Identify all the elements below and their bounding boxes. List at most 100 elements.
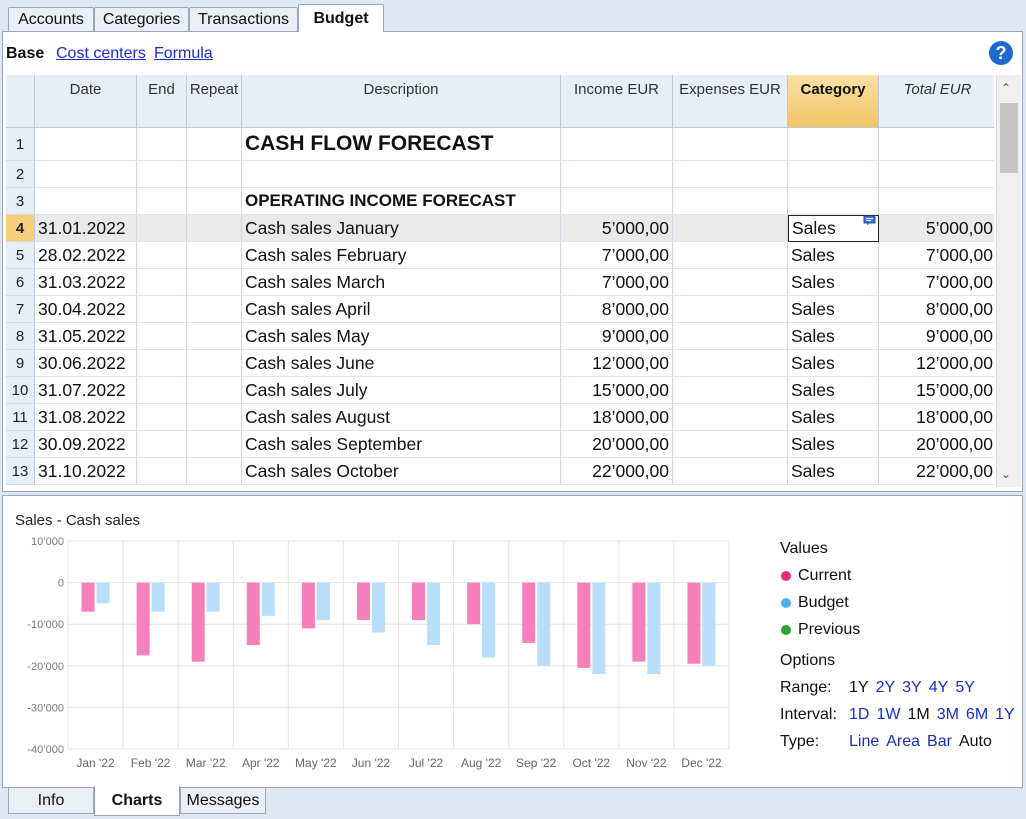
cell-date[interactable]: 31.08.2022: [35, 404, 137, 431]
cell-date[interactable]: 31.03.2022: [35, 269, 137, 296]
interval-option-6m[interactable]: 6M: [966, 706, 988, 723]
cell-end[interactable]: [137, 323, 187, 350]
column-header-income[interactable]: Income EUR: [561, 75, 673, 128]
cell-description[interactable]: OPERATING INCOME FORECAST: [242, 188, 561, 215]
tab-accounts[interactable]: Accounts: [8, 7, 94, 31]
cell-total[interactable]: 20’000,00: [879, 431, 994, 458]
cell-total[interactable]: 22’000,00: [879, 458, 994, 485]
cell-expenses[interactable]: [673, 242, 788, 269]
type-option-auto[interactable]: Auto: [959, 733, 992, 750]
cell-expenses[interactable]: [673, 350, 788, 377]
cell-total[interactable]: 8’000,00: [879, 296, 994, 323]
range-option-1y[interactable]: 1Y: [849, 679, 869, 696]
cell-end[interactable]: [137, 188, 187, 215]
range-option-5y[interactable]: 5Y: [955, 679, 975, 696]
cell-total[interactable]: 9’000,00: [879, 323, 994, 350]
range-option-2y[interactable]: 2Y: [876, 679, 896, 696]
cell-income[interactable]: 7’000,00: [561, 242, 673, 269]
cell-end[interactable]: [137, 296, 187, 323]
cell-repeat[interactable]: [187, 458, 242, 485]
cell-repeat[interactable]: [187, 269, 242, 296]
cell-income[interactable]: 12’000,00: [561, 350, 673, 377]
cell-description[interactable]: Cash sales September: [242, 431, 561, 458]
cell-expenses[interactable]: [673, 458, 788, 485]
cell-description[interactable]: Cash sales July: [242, 377, 561, 404]
cell-income[interactable]: 8’000,00: [561, 296, 673, 323]
cell-expenses[interactable]: [673, 128, 788, 161]
legend-current[interactable]: Current: [798, 567, 851, 585]
scroll-up-icon[interactable]: ⌃: [1001, 81, 1011, 95]
view-base[interactable]: Base: [6, 45, 44, 63]
cell-end[interactable]: [137, 404, 187, 431]
row-number[interactable]: 6: [6, 269, 35, 296]
cell-end[interactable]: [137, 161, 187, 188]
cell-category[interactable]: Sales: [788, 404, 879, 431]
cell-date[interactable]: [35, 128, 137, 161]
cell-expenses[interactable]: [673, 215, 788, 242]
cell-expenses[interactable]: [673, 188, 788, 215]
cell-date[interactable]: 31.07.2022: [35, 377, 137, 404]
tab-charts[interactable]: Charts: [94, 786, 180, 816]
column-header-total[interactable]: Total EUR: [879, 75, 994, 128]
row-number[interactable]: 10: [6, 377, 35, 404]
cell-income[interactable]: 7’000,00: [561, 269, 673, 296]
range-option-4y[interactable]: 4Y: [929, 679, 949, 696]
cell-repeat[interactable]: [187, 377, 242, 404]
cell-expenses[interactable]: [673, 431, 788, 458]
cell-end[interactable]: [137, 215, 187, 242]
cell-expenses[interactable]: [673, 269, 788, 296]
table-vertical-scrollbar[interactable]: ⌃ ⌄: [996, 75, 1021, 487]
row-number[interactable]: 11: [6, 404, 35, 431]
cell-category[interactable]: [788, 188, 879, 215]
row-number[interactable]: 7: [6, 296, 35, 323]
cell-description[interactable]: Cash sales August: [242, 404, 561, 431]
view-formula[interactable]: Formula: [154, 45, 213, 63]
cell-income[interactable]: 5’000,00: [561, 215, 673, 242]
cell-date[interactable]: 31.10.2022: [35, 458, 137, 485]
cell-end[interactable]: [137, 350, 187, 377]
cell-category[interactable]: Sales: [788, 431, 879, 458]
row-number[interactable]: 5: [6, 242, 35, 269]
cell-repeat[interactable]: [187, 323, 242, 350]
cell-expenses[interactable]: [673, 161, 788, 188]
cell-comment-icon[interactable]: [863, 215, 876, 226]
cell-repeat[interactable]: [187, 242, 242, 269]
cell-income[interactable]: [561, 188, 673, 215]
cell-description[interactable]: Cash sales January: [242, 215, 561, 242]
interval-option-1d[interactable]: 1D: [849, 706, 869, 723]
tab-categories[interactable]: Categories: [94, 7, 189, 31]
cell-category[interactable]: Sales: [788, 296, 879, 323]
cell-date[interactable]: 31.05.2022: [35, 323, 137, 350]
row-number[interactable]: 1: [6, 128, 35, 161]
cell-total[interactable]: 5’000,00: [879, 215, 994, 242]
cell-expenses[interactable]: [673, 296, 788, 323]
column-header-category[interactable]: Category: [788, 75, 879, 128]
cell-date[interactable]: 30.09.2022: [35, 431, 137, 458]
interval-option-3m[interactable]: 3M: [937, 706, 959, 723]
cell-date[interactable]: 30.04.2022: [35, 296, 137, 323]
cell-end[interactable]: [137, 242, 187, 269]
cell-description[interactable]: [242, 161, 561, 188]
legend-previous[interactable]: Previous: [798, 621, 860, 639]
cell-total[interactable]: 7’000,00: [879, 269, 994, 296]
type-option-line[interactable]: Line: [849, 733, 879, 750]
cell-repeat[interactable]: [187, 161, 242, 188]
cell-expenses[interactable]: [673, 323, 788, 350]
type-option-area[interactable]: Area: [886, 733, 920, 750]
cell-description[interactable]: Cash sales October: [242, 458, 561, 485]
tab-transactions[interactable]: Transactions: [189, 7, 298, 31]
cell-category[interactable]: [788, 128, 879, 161]
tab-info[interactable]: Info: [8, 788, 94, 814]
cell-income[interactable]: 9’000,00: [561, 323, 673, 350]
cell-income[interactable]: 20’000,00: [561, 431, 673, 458]
column-header-description[interactable]: Description: [242, 75, 561, 128]
scroll-down-icon[interactable]: ⌄: [1001, 467, 1011, 481]
cell-date[interactable]: [35, 188, 137, 215]
row-number[interactable]: 9: [6, 350, 35, 377]
row-number[interactable]: 2: [6, 161, 35, 188]
cell-income[interactable]: 15’000,00: [561, 377, 673, 404]
cell-total[interactable]: [879, 128, 994, 161]
cell-description[interactable]: Cash sales April: [242, 296, 561, 323]
cell-date[interactable]: 28.02.2022: [35, 242, 137, 269]
column-header-repeat[interactable]: Repeat: [187, 75, 242, 128]
